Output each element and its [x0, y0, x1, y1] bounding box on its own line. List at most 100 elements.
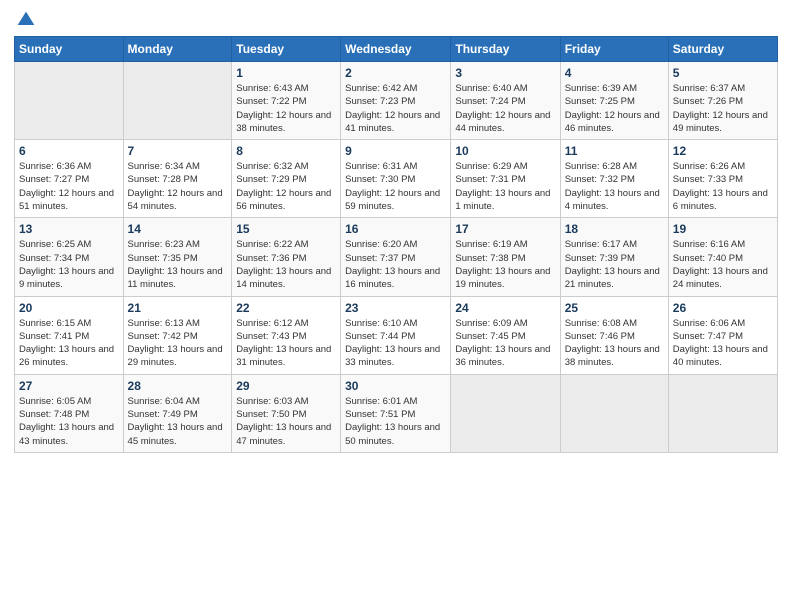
calendar-cell: 16Sunrise: 6:20 AMSunset: 7:37 PMDayligh… [341, 218, 451, 296]
day-info: Daylight: 12 hours and 38 minutes. [236, 109, 336, 136]
week-row-4: 20Sunrise: 6:15 AMSunset: 7:41 PMDayligh… [15, 296, 778, 374]
day-info: Daylight: 13 hours and 36 minutes. [455, 343, 555, 370]
day-info: Sunset: 7:45 PM [455, 330, 555, 343]
day-info: Sunset: 7:26 PM [673, 95, 773, 108]
day-number: 25 [565, 301, 664, 315]
day-info: Sunset: 7:42 PM [128, 330, 228, 343]
calendar-table: SundayMondayTuesdayWednesdayThursdayFrid… [14, 36, 778, 453]
day-info: Sunset: 7:49 PM [128, 408, 228, 421]
day-info: Sunrise: 6:15 AM [19, 317, 119, 330]
day-number: 24 [455, 301, 555, 315]
day-info: Daylight: 12 hours and 59 minutes. [345, 187, 446, 214]
day-info: Daylight: 13 hours and 24 minutes. [673, 265, 773, 292]
calendar-cell: 20Sunrise: 6:15 AMSunset: 7:41 PMDayligh… [15, 296, 124, 374]
day-info: Sunrise: 6:42 AM [345, 82, 446, 95]
day-info: Sunrise: 6:17 AM [565, 238, 664, 251]
calendar-cell: 24Sunrise: 6:09 AMSunset: 7:45 PMDayligh… [451, 296, 560, 374]
day-info: Daylight: 13 hours and 47 minutes. [236, 421, 336, 448]
day-info: Sunset: 7:50 PM [236, 408, 336, 421]
calendar-cell: 7Sunrise: 6:34 AMSunset: 7:28 PMDaylight… [123, 140, 232, 218]
calendar-cell: 3Sunrise: 6:40 AMSunset: 7:24 PMDaylight… [451, 62, 560, 140]
day-info: Sunrise: 6:28 AM [565, 160, 664, 173]
calendar-cell: 30Sunrise: 6:01 AMSunset: 7:51 PMDayligh… [341, 374, 451, 452]
day-info: Daylight: 12 hours and 56 minutes. [236, 187, 336, 214]
day-info: Daylight: 13 hours and 11 minutes. [128, 265, 228, 292]
calendar-cell: 8Sunrise: 6:32 AMSunset: 7:29 PMDaylight… [232, 140, 341, 218]
day-info: Sunset: 7:37 PM [345, 252, 446, 265]
calendar-cell: 12Sunrise: 6:26 AMSunset: 7:33 PMDayligh… [668, 140, 777, 218]
day-number: 9 [345, 144, 446, 158]
day-info: Daylight: 13 hours and 16 minutes. [345, 265, 446, 292]
day-info: Sunset: 7:39 PM [565, 252, 664, 265]
calendar-cell: 10Sunrise: 6:29 AMSunset: 7:31 PMDayligh… [451, 140, 560, 218]
day-info: Daylight: 13 hours and 21 minutes. [565, 265, 664, 292]
day-info: Sunset: 7:30 PM [345, 173, 446, 186]
day-number: 6 [19, 144, 119, 158]
weekday-header-saturday: Saturday [668, 37, 777, 62]
calendar-cell: 23Sunrise: 6:10 AMSunset: 7:44 PMDayligh… [341, 296, 451, 374]
day-info: Sunrise: 6:03 AM [236, 395, 336, 408]
day-info: Daylight: 13 hours and 40 minutes. [673, 343, 773, 370]
day-info: Daylight: 13 hours and 1 minute. [455, 187, 555, 214]
calendar-cell: 1Sunrise: 6:43 AMSunset: 7:22 PMDaylight… [232, 62, 341, 140]
calendar-cell: 28Sunrise: 6:04 AMSunset: 7:49 PMDayligh… [123, 374, 232, 452]
day-info: Daylight: 13 hours and 19 minutes. [455, 265, 555, 292]
logo-text [14, 10, 36, 30]
calendar-cell: 19Sunrise: 6:16 AMSunset: 7:40 PMDayligh… [668, 218, 777, 296]
day-info: Sunset: 7:28 PM [128, 173, 228, 186]
day-info: Sunrise: 6:04 AM [128, 395, 228, 408]
header [14, 10, 778, 30]
day-info: Sunrise: 6:37 AM [673, 82, 773, 95]
day-info: Sunset: 7:35 PM [128, 252, 228, 265]
day-number: 16 [345, 222, 446, 236]
calendar-cell: 4Sunrise: 6:39 AMSunset: 7:25 PMDaylight… [560, 62, 668, 140]
day-info: Sunrise: 6:22 AM [236, 238, 336, 251]
logo-icon [16, 10, 36, 30]
calendar-cell: 18 Sunrise: 6:17 AMSunset: 7:39 PMDayligh… [560, 218, 668, 296]
day-number: 19 [673, 222, 773, 236]
day-info: Sunset: 7:23 PM [345, 95, 446, 108]
calendar-cell [668, 374, 777, 452]
weekday-header-sunday: Sunday [15, 37, 124, 62]
calendar-cell: 29 Sunrise: 6:03 AMSunset: 7:50 PMDayligh… [232, 374, 341, 452]
calendar-cell: 14Sunrise: 6:23 AMSunset: 7:35 PMDayligh… [123, 218, 232, 296]
day-info: Daylight: 13 hours and 14 minutes. [236, 265, 336, 292]
day-info: Daylight: 13 hours and 29 minutes. [128, 343, 228, 370]
calendar-cell: 27Sunrise: 6:05 AMSunset: 7:48 PMDayligh… [15, 374, 124, 452]
day-info: Sunrise: 6:32 AM [236, 160, 336, 173]
day-info: Sunset: 7:48 PM [19, 408, 119, 421]
calendar-cell: 22Sunrise: 6:12 AMSunset: 7:43 PMDayligh… [232, 296, 341, 374]
day-number: 18 [565, 222, 664, 236]
day-info: Sunrise: 6:12 AM [236, 317, 336, 330]
day-info: Sunset: 7:43 PM [236, 330, 336, 343]
day-info: Sunrise: 6:08 AM [565, 317, 664, 330]
weekday-header-thursday: Thursday [451, 37, 560, 62]
day-info: Sunrise: 6:36 AM [19, 160, 119, 173]
day-number: 30 [345, 379, 446, 393]
page: SundayMondayTuesdayWednesdayThursdayFrid… [0, 0, 792, 612]
day-info: Sunset: 7:38 PM [455, 252, 555, 265]
day-info: Daylight: 12 hours and 41 minutes. [345, 109, 446, 136]
calendar-cell: 13Sunrise: 6:25 AMSunset: 7:34 PMDayligh… [15, 218, 124, 296]
day-number: 27 [19, 379, 119, 393]
calendar-cell: 15Sunrise: 6:22 AMSunset: 7:36 PMDayligh… [232, 218, 341, 296]
day-number: 29 [236, 379, 336, 393]
day-number: 20 [19, 301, 119, 315]
day-info: Sunrise: 6:05 AM [19, 395, 119, 408]
day-info: Sunrise: 6:29 AM [455, 160, 555, 173]
day-info: Sunset: 7:47 PM [673, 330, 773, 343]
day-info: Sunrise: 6:13 AM [128, 317, 228, 330]
day-number: 26 [673, 301, 773, 315]
day-info: Daylight: 13 hours and 45 minutes. [128, 421, 228, 448]
day-number: 21 [128, 301, 228, 315]
day-info: Daylight: 13 hours and 9 minutes. [19, 265, 119, 292]
day-info: Sunrise: 6:40 AM [455, 82, 555, 95]
day-info: Daylight: 13 hours and 33 minutes. [345, 343, 446, 370]
day-info: Sunrise: 6:26 AM [673, 160, 773, 173]
day-info: Daylight: 12 hours and 44 minutes. [455, 109, 555, 136]
day-info: Sunset: 7:29 PM [236, 173, 336, 186]
day-number: 15 [236, 222, 336, 236]
day-number: 4 [565, 66, 664, 80]
day-number: 12 [673, 144, 773, 158]
day-info: Sunset: 7:44 PM [345, 330, 446, 343]
